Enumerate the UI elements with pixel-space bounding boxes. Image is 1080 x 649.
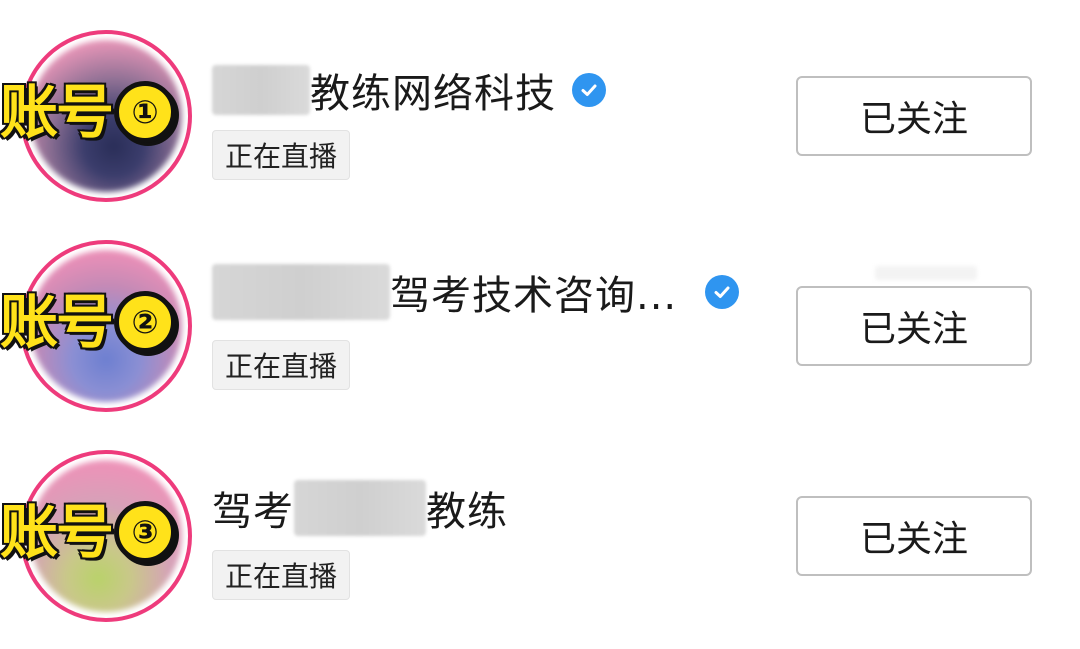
redacted-name-block xyxy=(212,65,310,115)
following-button[interactable]: 已关注 xyxy=(796,496,1032,576)
account-name-text: 教练 xyxy=(426,489,508,535)
account-tag-label: 账号 xyxy=(0,77,116,148)
account-name-text: 教练网络科技 xyxy=(310,71,556,117)
following-button[interactable]: 已关注 xyxy=(796,76,1032,156)
list-item[interactable]: 账号 ② 驾考技术咨询... 正在直播 已关注 xyxy=(0,230,1080,430)
account-name[interactable]: 驾考技术咨询... xyxy=(212,262,740,322)
account-tag-label: 账号 xyxy=(0,287,116,358)
verified-check-icon xyxy=(572,73,606,107)
account-name[interactable]: 教练网络科技 xyxy=(212,60,606,120)
account-name-text: 驾考技术咨询... xyxy=(390,273,678,319)
account-tag-label: 账号 xyxy=(0,497,116,568)
account-tag: 账号 ① xyxy=(0,72,177,152)
account-name-prefix: 驾考 xyxy=(212,489,294,535)
account-number-badge: ③ xyxy=(114,501,177,563)
account-number-badge: ① xyxy=(114,81,177,143)
list-item[interactable]: 账号 ① 教练网络科技 正在直播 已关注 xyxy=(0,20,1080,220)
live-status-badge: 正在直播 xyxy=(212,550,351,600)
live-status-badge: 正在直播 xyxy=(212,340,351,390)
verified-check-icon xyxy=(705,275,740,309)
account-number-badge: ② xyxy=(114,291,177,353)
account-tag: 账号 ③ xyxy=(0,492,177,572)
following-list: 账号 ① 教练网络科技 正在直播 已关注 账号 ② 驾考技术咨询... 正在直播… xyxy=(0,0,1080,649)
list-item[interactable]: 账号 ③ 驾考 教练 正在直播 已关注 xyxy=(0,440,1080,640)
live-status-badge: 正在直播 xyxy=(212,130,351,180)
following-button[interactable]: 已关注 xyxy=(796,286,1032,366)
faint-overlay xyxy=(875,266,977,280)
redacted-name-block xyxy=(212,264,390,320)
account-name[interactable]: 驾考 教练 xyxy=(212,478,508,538)
redacted-name-block xyxy=(294,480,426,536)
account-tag: 账号 ② xyxy=(0,282,177,362)
